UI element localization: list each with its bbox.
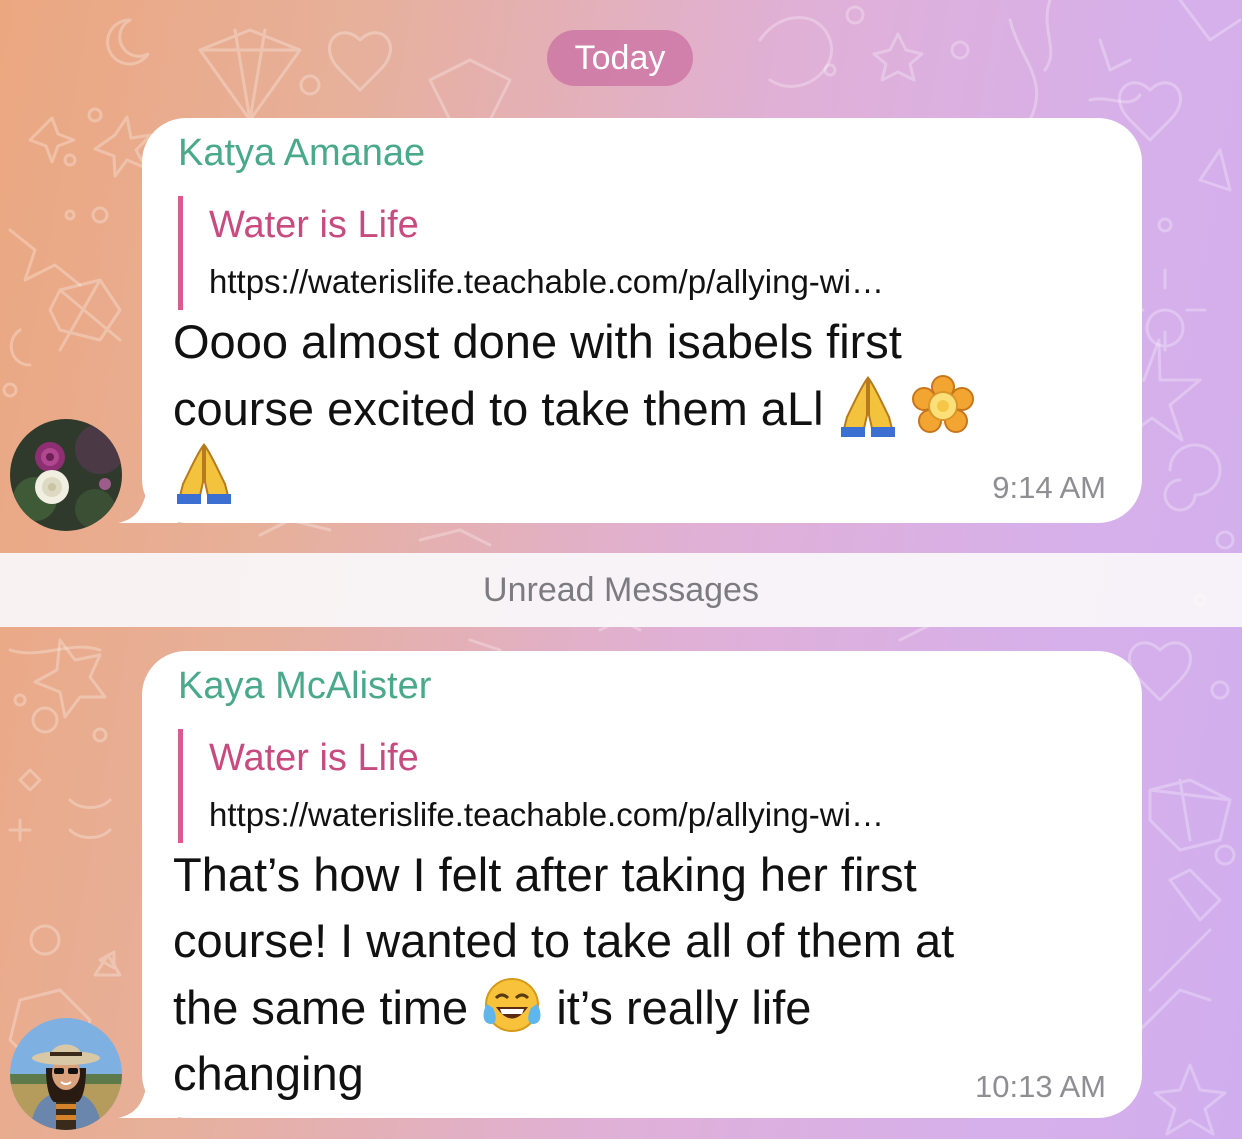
link-preview-quote[interactable]: Water is Life https://waterislife.teacha…	[178, 729, 1112, 843]
message-sender-name[interactable]: Katya Amanae	[178, 132, 425, 175]
bubble-tail	[118, 483, 178, 523]
folded-hands-emoji-icon	[840, 375, 895, 437]
message-timestamp: 10:13 AM	[975, 1069, 1106, 1104]
message-text: That’s how I felt after taking her first…	[173, 842, 1053, 1107]
message-text-line: Oooo almost done with isabels first	[173, 315, 902, 368]
message-text-line: course excited to take them aLl	[173, 375, 1053, 442]
message-text-line: changing	[173, 1047, 364, 1100]
bubble-tail	[118, 1078, 178, 1118]
link-preview-url[interactable]: https://waterislife.teachable.com/p/ally…	[209, 254, 1112, 310]
message-text: Oooo almost done with isabels first cour…	[173, 309, 1053, 509]
message-bubble[interactable]: Kaya McAlister Water is Life https://wat…	[118, 651, 1142, 1118]
message-text-line	[173, 442, 1053, 509]
blossom-emoji-icon	[911, 375, 974, 433]
unread-messages-divider: Unread Messages	[0, 553, 1242, 627]
date-separator-pill: Today	[547, 30, 693, 86]
message-text-line: That’s how I felt after taking her first	[173, 848, 917, 901]
message-text-line: the same time it’s really life	[173, 974, 1053, 1041]
woman-with-hat-avatar[interactable]	[10, 1018, 122, 1130]
folded-hands-emoji-icon	[177, 442, 231, 504]
face-with-tears-of-joy-emoji-icon	[483, 978, 541, 1032]
message-text-segment: it’s really life	[556, 981, 812, 1034]
message-text-segment: course excited to take them aLl	[173, 382, 824, 435]
avatar-image-woman-hat	[10, 1018, 122, 1130]
link-preview-url[interactable]: https://waterislife.teachable.com/p/ally…	[209, 787, 1112, 843]
message-timestamp: 9:14 AM	[992, 470, 1106, 505]
link-preview-quote[interactable]: Water is Life https://waterislife.teacha…	[178, 196, 1112, 310]
link-preview-title: Water is Life	[209, 204, 419, 246]
message-text-line: course! I wanted to take all of them at	[173, 914, 955, 967]
rose-flowers-avatar[interactable]	[10, 419, 122, 531]
message-sender-name[interactable]: Kaya McAlister	[178, 665, 431, 708]
message-text-segment: the same time	[173, 981, 469, 1034]
message-bubble[interactable]: Katya Amanae Water is Life https://water…	[118, 118, 1142, 523]
avatar-image-roses	[10, 419, 122, 531]
link-preview-title: Water is Life	[209, 737, 419, 779]
